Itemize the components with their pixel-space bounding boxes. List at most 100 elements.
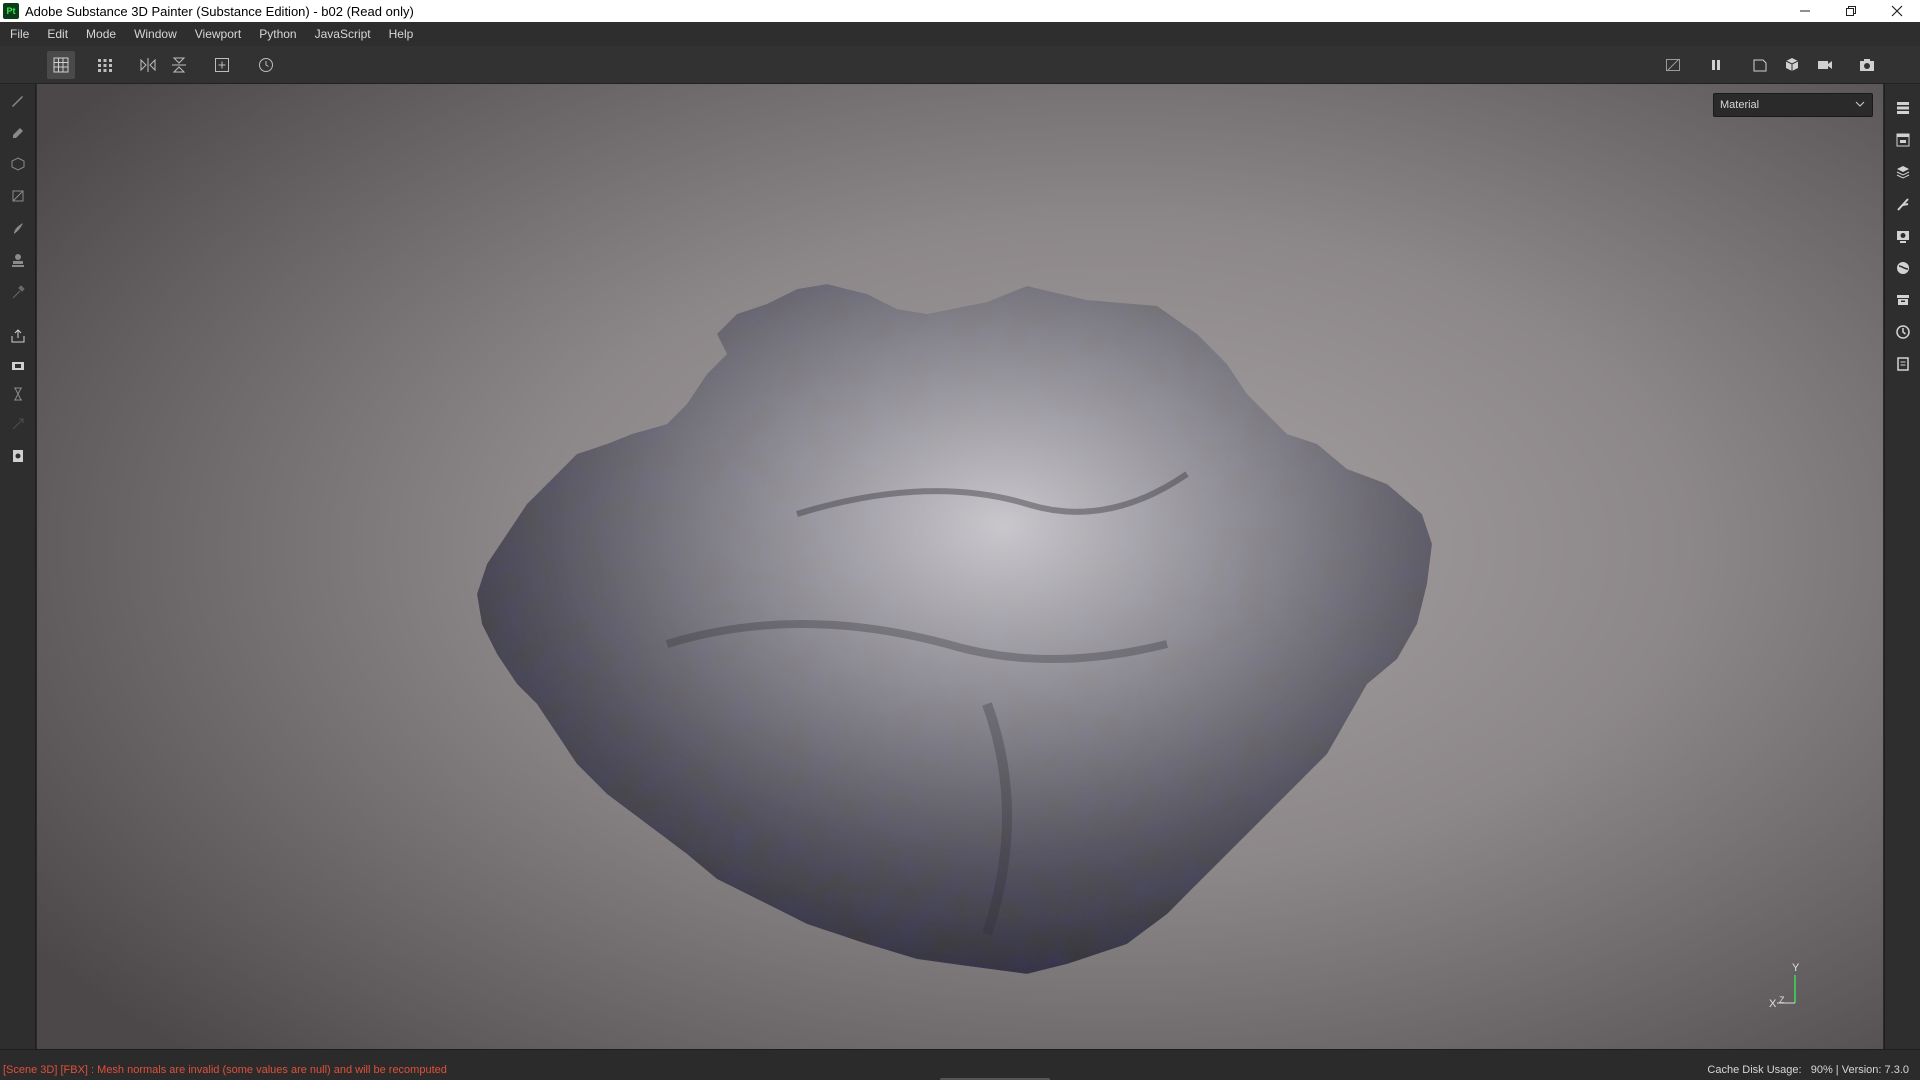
log-button[interactable] bbox=[1891, 352, 1915, 376]
title-bar: Pt Adobe Substance 3D Painter (Substance… bbox=[0, 0, 1920, 22]
smudge-tool[interactable] bbox=[6, 216, 30, 240]
assets-icon bbox=[1897, 295, 1909, 305]
restore-button[interactable] bbox=[1828, 0, 1874, 22]
cache-disk-usage: Cache Disk Usage: 90% | Version: 7.3.0 bbox=[1707, 1064, 1909, 1076]
history-icon bbox=[259, 58, 273, 72]
status-error-message[interactable]: [Scene 3D] [FBX] : Mesh normals are inva… bbox=[3, 1064, 447, 1076]
history-panel-button[interactable] bbox=[1891, 320, 1915, 344]
menu-help[interactable]: Help bbox=[380, 22, 423, 46]
minimize-icon bbox=[1800, 10, 1810, 12]
brush-settings-icon bbox=[1897, 198, 1909, 211]
grid-dots-button[interactable] bbox=[91, 51, 119, 79]
status-bar: [Scene 3D] [FBX] : Mesh normals are inva… bbox=[0, 1049, 1920, 1080]
layers-list-icon bbox=[1897, 102, 1909, 114]
rock-mesh bbox=[477, 284, 1432, 974]
transform-icon bbox=[12, 418, 24, 430]
shader-button[interactable] bbox=[1891, 256, 1915, 280]
menu-python[interactable]: Python bbox=[250, 22, 305, 46]
smudge-icon bbox=[14, 223, 23, 234]
history-button[interactable] bbox=[252, 51, 280, 79]
screenshot-button[interactable] bbox=[1853, 51, 1881, 79]
viewport-mode-select[interactable]: Material bbox=[1713, 93, 1873, 117]
assets-button[interactable] bbox=[1891, 288, 1915, 312]
mirror-x-button[interactable] bbox=[134, 51, 162, 79]
display-3d-icon bbox=[1785, 58, 1799, 71]
minimize-button[interactable] bbox=[1782, 0, 1828, 22]
projection-icon bbox=[11, 157, 25, 171]
mirror-y-icon bbox=[172, 57, 186, 73]
3d-viewport[interactable]: Material Y X Z bbox=[37, 84, 1883, 1049]
cache-label: Cache Disk Usage: bbox=[1707, 1064, 1802, 1076]
layer-stack-icon bbox=[1896, 166, 1910, 179]
add-frame-icon bbox=[215, 58, 229, 72]
history-panel-icon bbox=[1896, 325, 1910, 339]
bake-tool[interactable] bbox=[6, 354, 30, 378]
notes-tool[interactable] bbox=[6, 444, 30, 468]
eraser-tool[interactable] bbox=[6, 120, 30, 144]
export-icon bbox=[11, 329, 25, 343]
close-icon bbox=[1891, 5, 1903, 17]
mirror-y-button[interactable] bbox=[165, 51, 193, 79]
brush-tool[interactable] bbox=[6, 88, 30, 112]
menu-edit[interactable]: Edit bbox=[38, 22, 77, 46]
app-icon: Pt bbox=[3, 3, 19, 19]
clone-tool[interactable] bbox=[6, 248, 30, 272]
close-button[interactable] bbox=[1874, 0, 1920, 22]
camera-button[interactable] bbox=[1811, 51, 1839, 79]
left-tool-strip bbox=[0, 84, 36, 1049]
display-2d-icon bbox=[1753, 59, 1767, 72]
pause-icon bbox=[1712, 60, 1720, 70]
texture-set-icon bbox=[1896, 133, 1910, 147]
geometry-mask-tool[interactable] bbox=[6, 184, 30, 208]
menu-viewport[interactable]: Viewport bbox=[186, 22, 250, 46]
log-icon bbox=[1897, 357, 1909, 371]
grid-dots-icon bbox=[98, 59, 112, 72]
axis-gizmo-icon: Y X Z bbox=[1769, 962, 1800, 1010]
menu-bar: File Edit Mode Window Viewport Python Ja… bbox=[0, 22, 1920, 46]
pause-button[interactable] bbox=[1702, 51, 1730, 79]
right-panel-strip bbox=[1884, 84, 1920, 1049]
restore-icon bbox=[1846, 6, 1856, 16]
gizmo-z-label: Z bbox=[1779, 995, 1785, 1005]
hide-overlay-icon bbox=[1666, 58, 1680, 72]
texture-set-button[interactable] bbox=[1891, 128, 1915, 152]
menu-window[interactable]: Window bbox=[125, 22, 186, 46]
menu-javascript[interactable]: JavaScript bbox=[306, 22, 380, 46]
brush-icon bbox=[12, 96, 23, 107]
shader-icon bbox=[1897, 262, 1909, 274]
screenshot-icon bbox=[1860, 59, 1874, 71]
window-controls bbox=[1782, 0, 1920, 22]
cache-value: 90% | Version: 7.3.0 bbox=[1810, 1064, 1909, 1076]
display-2d-button[interactable] bbox=[1746, 51, 1774, 79]
picker-tool[interactable] bbox=[6, 280, 30, 304]
layers-list-button[interactable] bbox=[1891, 96, 1915, 120]
eraser-icon bbox=[13, 128, 23, 138]
layer-stack-button[interactable] bbox=[1891, 160, 1915, 184]
export-tool[interactable] bbox=[6, 324, 30, 348]
gizmo-y-label: Y bbox=[1792, 962, 1800, 974]
display-settings-button[interactable] bbox=[1891, 224, 1915, 248]
menu-mode[interactable]: Mode bbox=[77, 22, 125, 46]
toolbar bbox=[0, 46, 1920, 84]
display-settings-icon bbox=[1897, 231, 1909, 243]
projection-tool[interactable] bbox=[6, 152, 30, 176]
add-frame-button[interactable] bbox=[208, 51, 236, 79]
grid-view-button[interactable] bbox=[47, 51, 75, 79]
brush-settings-button[interactable] bbox=[1891, 192, 1915, 216]
notes-icon bbox=[13, 450, 23, 462]
material-id-icon bbox=[14, 387, 22, 401]
transform-tool[interactable] bbox=[6, 412, 30, 436]
geometry-mask-icon bbox=[12, 190, 24, 202]
material-id-tool[interactable] bbox=[6, 382, 30, 406]
chevron-down-icon bbox=[1855, 101, 1865, 107]
hide-overlay-button[interactable] bbox=[1659, 51, 1687, 79]
mirror-x-icon bbox=[140, 58, 156, 72]
bake-icon bbox=[12, 362, 24, 370]
picker-icon bbox=[12, 285, 25, 299]
window-title: Adobe Substance 3D Painter (Substance Ed… bbox=[25, 3, 414, 19]
camera-icon bbox=[1818, 61, 1832, 69]
axis-gizmo: Y X Z bbox=[1763, 959, 1823, 1019]
display-3d-button[interactable] bbox=[1778, 51, 1806, 79]
grid-view-icon bbox=[53, 57, 69, 73]
menu-file[interactable]: File bbox=[0, 22, 38, 46]
